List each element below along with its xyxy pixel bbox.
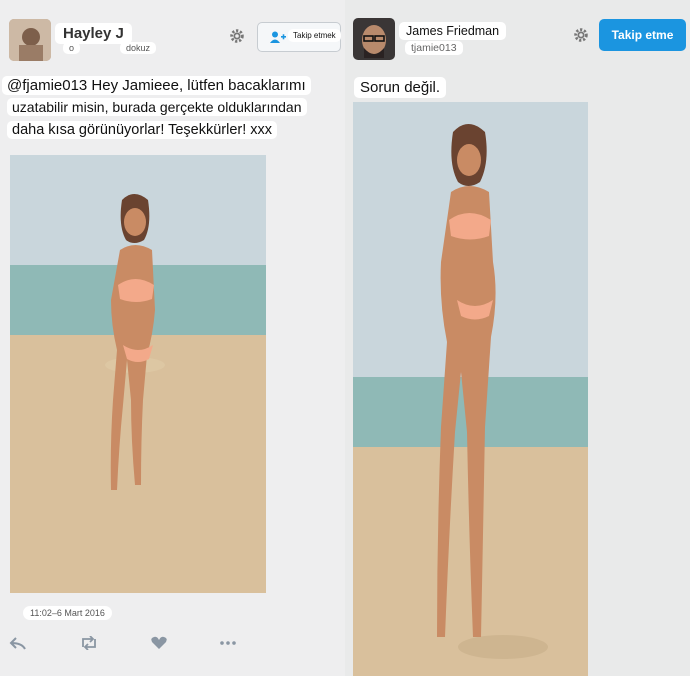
gear-icon[interactable]: [228, 27, 246, 45]
user-name[interactable]: James Friedman: [399, 22, 507, 40]
user-handle[interactable]: o: [63, 42, 81, 54]
beach-photo-image: [10, 155, 266, 593]
follow-button-label: Takip etmek: [288, 29, 341, 42]
tweet-text: Sorun değil.: [354, 77, 447, 98]
user-handle[interactable]: tjamie013: [405, 41, 463, 55]
follow-button[interactable]: Takip etmek: [257, 22, 341, 52]
tweet-text-line-1: @fjamie013 Hey Jamieee, lütfen bacakları…: [2, 76, 311, 95]
unfollow-button[interactable]: Takip etme: [599, 19, 686, 51]
avatar-james[interactable]: [353, 18, 395, 60]
left-tweet-panel: Hayley J o dokuz Takip etmek @fjamie013 …: [0, 0, 345, 676]
add-user-icon: [270, 31, 286, 43]
tweet-photo-edited[interactable]: [353, 102, 588, 676]
avatar-image: [9, 19, 51, 61]
tweet-timestamp[interactable]: 11:02–6 Mart 2016: [23, 606, 112, 620]
more-icon[interactable]: [219, 636, 237, 650]
tweet-text-line-3: daha kısa görünüyorlar! Teşekkürler! xxx: [7, 121, 278, 139]
right-tweet-panel: James Friedman tjamie013 Takip etme Soru…: [345, 0, 690, 676]
user-name[interactable]: Hayley J: [55, 23, 132, 44]
tweet-photo-original[interactable]: [10, 155, 266, 593]
like-icon[interactable]: [150, 636, 168, 650]
user-handle-word: dokuz: [120, 42, 157, 54]
unfollow-button-label: Takip etme: [611, 28, 674, 42]
retweet-icon[interactable]: [80, 636, 98, 650]
gear-icon[interactable]: [572, 26, 590, 44]
avatar-image: [353, 18, 395, 60]
reply-icon[interactable]: [9, 636, 27, 650]
beach-photo-image: [353, 102, 588, 676]
avatar-hayley[interactable]: [9, 19, 51, 61]
tweet-text-line-2: uzatabilir misin, burada gerçekte oldukl…: [7, 98, 307, 116]
